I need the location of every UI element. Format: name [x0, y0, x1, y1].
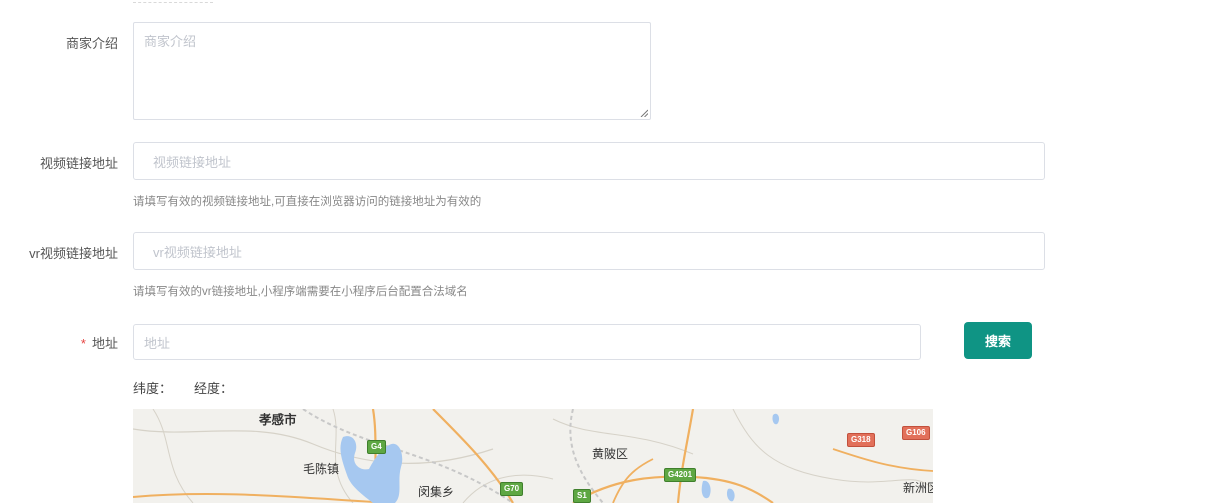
intro-label: 商家介绍 [65, 36, 118, 51]
video-url-input[interactable]: 视频链接地址 [133, 142, 1045, 180]
map-place: 新洲区 [903, 481, 933, 495]
map-roads [133, 409, 933, 503]
intro-placeholder: 商家介绍 [144, 34, 197, 49]
video-help-text: 请填写有效的视频链接地址,可直接在浏览器访问的链接地址为有效的 [133, 196, 482, 208]
intro-textarea[interactable]: 商家介绍 [133, 22, 651, 120]
longitude-label: 经度： [194, 381, 234, 396]
highway-shield: S1 [573, 489, 591, 503]
map-place: 闵集乡 [418, 485, 455, 499]
required-mark: * [80, 336, 86, 351]
map-place: 毛陈镇 [303, 462, 340, 476]
address-placeholder: 地址 [144, 335, 171, 351]
vr-url-input[interactable]: vr视频链接地址 [133, 232, 1045, 270]
map-place: 黄陂区 [592, 447, 629, 461]
latitude-label: 纬度： [133, 381, 173, 396]
video-label: 视频链接地址 [39, 156, 118, 171]
highway-shield: G70 [500, 482, 524, 496]
resize-grip-icon[interactable] [640, 109, 648, 117]
search-button[interactable]: 搜索 [964, 322, 1032, 359]
address-label: * 地址 [81, 333, 118, 352]
highway-shield: G4 [367, 440, 386, 454]
map-view[interactable]: 孝感市 毛陈镇 闵集乡 黄陂区 新洲区 G4 G70 S1 G4201 G318… [133, 409, 933, 503]
coords-readout: 纬度： 经度： [133, 378, 233, 397]
address-input[interactable]: 地址 [133, 324, 921, 360]
highway-shield: G318 [847, 433, 875, 447]
vr-help-text: 请填写有效的vr链接地址,小程序端需要在小程序后台配置合法域名 [133, 286, 468, 298]
address-label-text: 地址 [91, 336, 118, 351]
merchant-form: 商家介绍 商家介绍 视频链接地址 视频链接地址 请填写有效的视频链接地址,可直接… [0, 0, 1219, 503]
map-place: 孝感市 [259, 413, 297, 427]
vr-url-placeholder: vr视频链接地址 [153, 244, 242, 260]
highway-shield: G4201 [664, 468, 697, 482]
highway-shield: G106 [902, 426, 930, 440]
previous-field-edge [133, 0, 213, 3]
video-url-placeholder: 视频链接地址 [153, 154, 232, 170]
vr-label: vr视频链接地址 [29, 246, 118, 261]
